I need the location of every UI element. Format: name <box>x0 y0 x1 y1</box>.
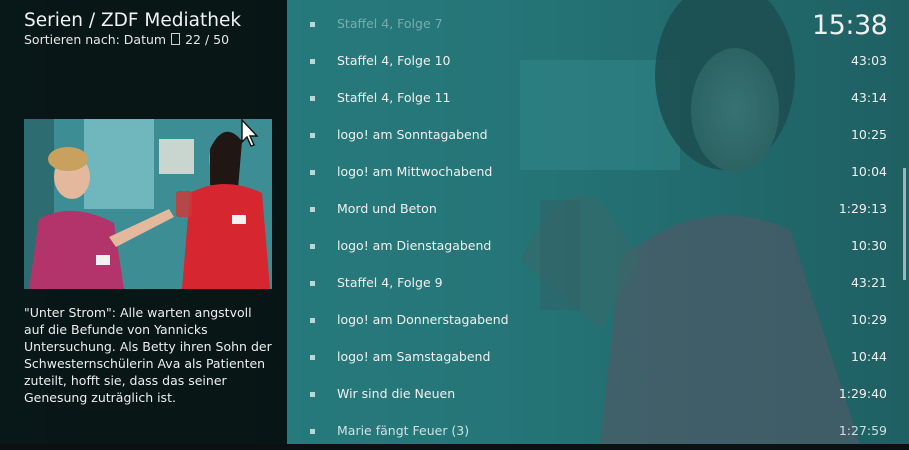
episode-title: logo! am Mittwochabend <box>337 164 493 179</box>
episode-row[interactable]: Wir sind die Neuen 1:29:40 <box>287 376 899 413</box>
episode-title: logo! am Samstagabend <box>337 349 491 364</box>
episode-thumbnail <box>24 119 272 289</box>
episode-title: Staffel 4, Folge 11 <box>337 90 451 105</box>
episode-row[interactable]: logo! am Samstagabend 10:44 <box>287 339 899 376</box>
episode-duration: 43:14 <box>850 90 887 105</box>
bullet-icon <box>310 96 315 101</box>
scrollbar[interactable] <box>903 168 906 280</box>
episode-row[interactable]: logo! am Dienstagabend 10:30 <box>287 228 899 265</box>
episode-duration: 43:21 <box>850 275 887 290</box>
episode-row[interactable]: Mord und Beton 1:29:13 <box>287 191 899 228</box>
episode-duration: 10:25 <box>850 127 887 142</box>
episode-title: logo! am Donnerstagabend <box>337 312 509 327</box>
episode-title: Staffel 4, Folge 7 <box>337 16 443 31</box>
bullet-icon <box>310 207 315 212</box>
bullet-icon <box>310 133 315 138</box>
bullet-icon <box>310 59 315 64</box>
episode-plot: "Unter Strom": Alle warten angstvoll auf… <box>24 305 272 405</box>
bullet-icon <box>310 244 315 249</box>
episode-row[interactable]: logo! am Sonntagabend 10:25 <box>287 117 899 154</box>
episode-row[interactable]: Staffel 4, Folge 11 43:14 <box>287 80 899 117</box>
episode-duration: 10:04 <box>850 164 887 179</box>
sort-info[interactable]: Sortieren nach: Datum 22 / 50 <box>24 32 229 48</box>
episode-duration: 1:27:59 <box>838 423 887 438</box>
episode-row[interactable]: Marie fängt Feuer (3) 1:27:59 <box>287 413 899 450</box>
bullet-icon <box>310 170 315 175</box>
episode-duration: 10:30 <box>850 238 887 253</box>
episode-row[interactable]: logo! am Mittwochabend 10:04 <box>287 154 899 191</box>
episode-row[interactable]: logo! am Donnerstagabend 10:29 <box>287 302 899 339</box>
episode-title: Wir sind die Neuen <box>337 386 456 401</box>
bullet-icon <box>310 429 315 434</box>
episode-title: Staffel 4, Folge 10 <box>337 53 451 68</box>
episode-duration: 1:29:40 <box>838 386 887 401</box>
episode-duration: 10:29 <box>850 312 887 327</box>
mouse-cursor-icon <box>241 118 259 147</box>
bullet-icon <box>310 392 315 397</box>
item-position: 22 / 50 <box>185 32 230 47</box>
episode-row[interactable]: Staffel 4, Folge 7 <box>287 6 899 43</box>
episode-title: Staffel 4, Folge 9 <box>337 275 443 290</box>
episode-title: Marie fängt Feuer (3) <box>337 423 470 438</box>
bullet-icon <box>310 22 315 27</box>
episode-title: Mord und Beton <box>337 201 437 216</box>
sort-order-icon <box>171 33 181 45</box>
episode-duration: 1:29:13 <box>838 201 887 216</box>
episode-title: logo! am Dienstagabend <box>337 238 492 253</box>
bullet-icon <box>310 355 315 360</box>
page-title: Serien / ZDF Mediathek <box>24 10 242 31</box>
episode-row[interactable]: Staffel 4, Folge 10 43:03 <box>287 43 899 80</box>
bullet-icon <box>310 281 315 286</box>
episode-duration: 43:03 <box>850 53 887 68</box>
episode-duration: 10:44 <box>850 349 887 364</box>
sort-label: Sortieren nach: Datum <box>24 32 167 47</box>
bullet-icon <box>310 318 315 323</box>
episode-title: logo! am Sonntagabend <box>337 127 488 142</box>
episode-row[interactable]: Staffel 4, Folge 9 43:21 <box>287 265 899 302</box>
